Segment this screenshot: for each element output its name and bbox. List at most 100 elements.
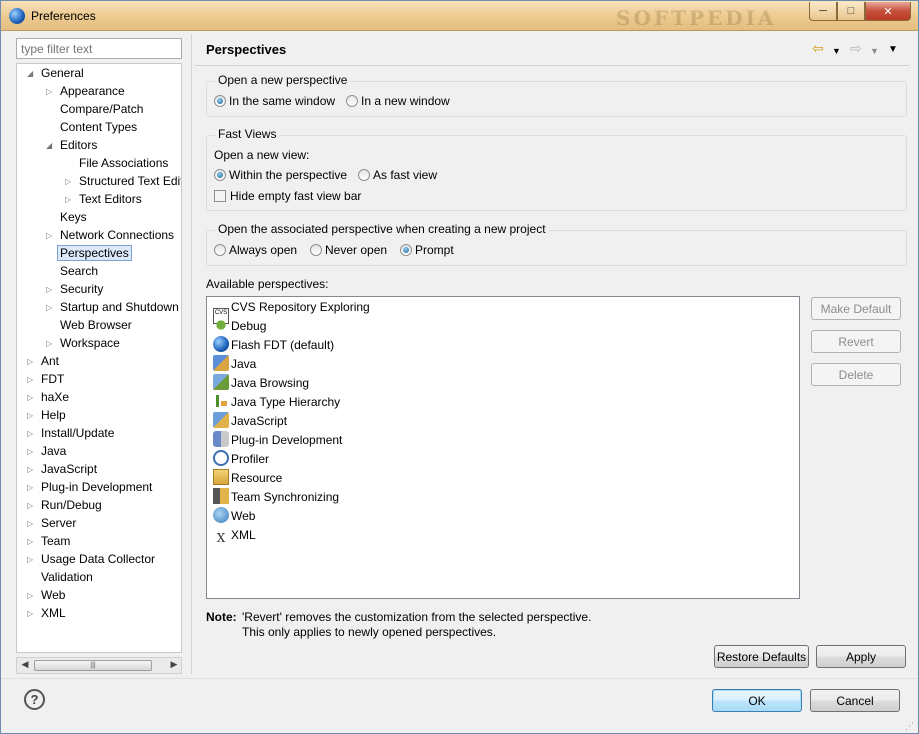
tree-item-run-debug[interactable]: ▷ Run/Debug: [27, 497, 102, 514]
expanded-twisty-icon[interactable]: ◢: [27, 65, 37, 82]
perspective-item[interactable]: Java: [213, 355, 256, 374]
back-arrow-icon[interactable]: ⇦: [812, 41, 824, 55]
hide-fast-view-bar-checkbox[interactable]: Hide empty fast view bar: [214, 188, 361, 204]
tree-item-file-associations[interactable]: File Associations: [79, 155, 168, 172]
collapsed-twisty-icon[interactable]: ▷: [27, 461, 37, 478]
collapsed-twisty-icon[interactable]: ▷: [27, 479, 37, 496]
radio-indicator[interactable]: [400, 244, 412, 256]
collapsed-twisty-icon[interactable]: ▷: [46, 299, 56, 316]
perspective-item[interactable]: CVS CVS Repository Exploring: [213, 298, 370, 324]
tree-item-web-browser[interactable]: Web Browser: [60, 317, 132, 334]
tree-item-web[interactable]: ▷ Web: [27, 587, 65, 604]
collapsed-twisty-icon[interactable]: ▷: [46, 83, 56, 100]
minimize-button[interactable]: ─: [809, 2, 837, 21]
prompt-radio[interactable]: Prompt: [400, 242, 454, 258]
radio-indicator[interactable]: [310, 244, 322, 256]
tree-item-help[interactable]: ▷ Help: [27, 407, 66, 424]
tree-item-install-update[interactable]: ▷ Install/Update: [27, 425, 114, 442]
tree-item-content-types[interactable]: Content Types: [60, 119, 137, 136]
tree-item-javascript[interactable]: ▷ JavaScript: [27, 461, 97, 478]
scroll-left-icon[interactable]: ◀: [18, 659, 32, 670]
scroll-thumb[interactable]: |||: [34, 660, 152, 671]
radio-indicator[interactable]: [346, 95, 358, 107]
tree-item-plug-in-development[interactable]: ▷ Plug-in Development: [27, 479, 152, 496]
collapsed-twisty-icon[interactable]: ▷: [27, 587, 37, 604]
collapsed-twisty-icon[interactable]: ▷: [65, 191, 75, 208]
tree-item-workspace[interactable]: ▷ Workspace: [46, 335, 120, 352]
perspective-item[interactable]: Debug: [213, 317, 266, 336]
collapsed-twisty-icon[interactable]: ▷: [27, 443, 37, 460]
tree-item-haxe[interactable]: ▷ haXe: [27, 389, 69, 406]
checkbox-box[interactable]: [214, 190, 226, 202]
perspective-item[interactable]: Flash FDT (default): [213, 336, 334, 355]
collapsed-twisty-icon[interactable]: ▷: [27, 407, 37, 424]
tree-horizontal-scrollbar[interactable]: ◀ ||| ▶: [16, 657, 182, 674]
help-icon[interactable]: ?: [24, 689, 45, 710]
tree-item-structured-text-edit[interactable]: ▷ Structured Text Edit: [65, 173, 181, 190]
perspective-item[interactable]: Resource: [213, 469, 282, 488]
collapsed-twisty-icon[interactable]: ▷: [27, 353, 37, 370]
preference-tree[interactable]: ◢ General ▷ Appearance Compare/Patch Content …: [16, 63, 182, 653]
tree-item-security[interactable]: ▷ Security: [46, 281, 103, 298]
collapsed-twisty-icon[interactable]: ▷: [27, 425, 37, 442]
back-menu-chevron-down-icon[interactable]: ▼: [832, 44, 841, 58]
as-fast-view-radio[interactable]: As fast view: [358, 167, 437, 183]
tree-item-team[interactable]: ▷ Team: [27, 533, 70, 550]
tree-item-text-editors[interactable]: ▷ Text Editors: [65, 191, 142, 208]
collapsed-twisty-icon[interactable]: ▷: [46, 335, 56, 352]
forward-menu-chevron-down-icon[interactable]: ▼: [870, 44, 879, 58]
collapsed-twisty-icon[interactable]: ▷: [27, 551, 37, 568]
perspective-item[interactable]: Web: [213, 507, 255, 526]
perspective-item[interactable]: Java Type Hierarchy: [213, 393, 340, 412]
revert-button[interactable]: Revert: [811, 330, 901, 353]
tree-item-general[interactable]: ◢ General: [27, 65, 84, 82]
tree-item-search[interactable]: Search: [60, 263, 98, 280]
collapsed-twisty-icon[interactable]: ▷: [46, 281, 56, 298]
collapsed-twisty-icon[interactable]: ▷: [27, 389, 37, 406]
expanded-twisty-icon[interactable]: ◢: [46, 137, 56, 154]
maximize-button[interactable]: □: [837, 2, 865, 21]
perspective-item[interactable]: JavaScript: [213, 412, 287, 431]
cancel-button[interactable]: Cancel: [810, 689, 900, 712]
tree-item-server[interactable]: ▷ Server: [27, 515, 76, 532]
perspective-item[interactable]: Team Synchronizing: [213, 488, 339, 507]
radio-indicator[interactable]: [214, 169, 226, 181]
tree-item-java[interactable]: ▷ Java: [27, 443, 66, 460]
perspective-item[interactable]: Java Browsing: [213, 374, 309, 393]
close-button[interactable]: ✕: [865, 2, 911, 21]
collapsed-twisty-icon[interactable]: ▷: [27, 371, 37, 388]
new-window-radio[interactable]: In a new window: [346, 93, 450, 109]
collapsed-twisty-icon[interactable]: ▷: [65, 173, 75, 190]
scroll-right-icon[interactable]: ▶: [167, 659, 181, 670]
filter-input[interactable]: [16, 38, 182, 59]
always-open-radio[interactable]: Always open: [214, 242, 297, 258]
tree-item-editors[interactable]: ◢ Editors: [46, 137, 97, 154]
tree-item-startup-and-shutdown[interactable]: ▷ Startup and Shutdown: [46, 299, 179, 316]
tree-item-keys[interactable]: Keys: [60, 209, 87, 226]
forward-arrow-icon[interactable]: ⇨: [850, 41, 862, 55]
tree-item-appearance[interactable]: ▷ Appearance: [46, 83, 125, 100]
never-open-radio[interactable]: Never open: [310, 242, 387, 258]
collapsed-twisty-icon[interactable]: ▷: [27, 497, 37, 514]
tree-item-ant[interactable]: ▷ Ant: [27, 353, 59, 370]
tree-item-perspectives[interactable]: Perspectives: [57, 245, 132, 262]
make-default-button[interactable]: Make Default: [811, 297, 901, 320]
tree-item-usage-data-collector[interactable]: ▷ Usage Data Collector: [27, 551, 155, 568]
perspective-item[interactable]: Profiler: [213, 450, 269, 469]
panel-divider[interactable]: [191, 34, 192, 674]
view-menu-icon[interactable]: ▼: [888, 43, 898, 57]
radio-indicator[interactable]: [358, 169, 370, 181]
perspective-item[interactable]: X XML: [213, 526, 256, 545]
collapsed-twisty-icon[interactable]: ▷: [27, 515, 37, 532]
within-perspective-radio[interactable]: Within the perspective: [214, 167, 347, 183]
radio-indicator[interactable]: [214, 244, 226, 256]
ok-button[interactable]: OK: [712, 689, 802, 712]
title-bar[interactable]: Preferences SOFTPEDIA ─ □ ✕: [1, 1, 918, 31]
tree-item-network-connections[interactable]: ▷ Network Connections: [46, 227, 174, 244]
tree-item-fdt[interactable]: ▷ FDT: [27, 371, 64, 388]
collapsed-twisty-icon[interactable]: ▷: [27, 605, 37, 622]
collapsed-twisty-icon[interactable]: ▷: [46, 227, 56, 244]
apply-button[interactable]: Apply: [816, 645, 906, 668]
same-window-radio[interactable]: In the same window: [214, 93, 335, 109]
resize-grip-icon[interactable]: ⋰: [905, 721, 914, 732]
